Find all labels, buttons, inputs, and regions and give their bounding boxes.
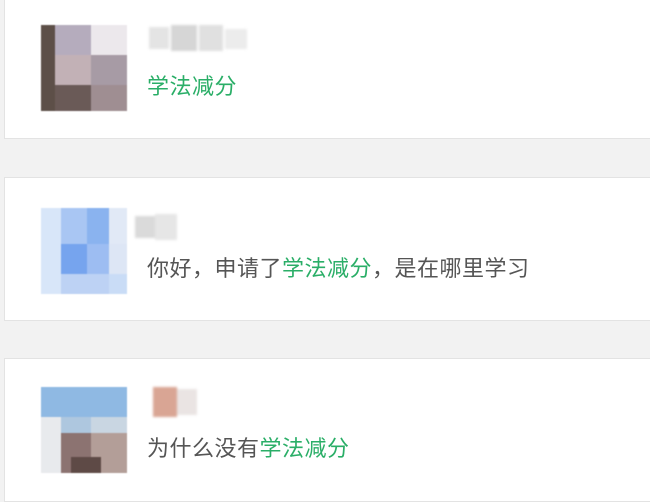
comment-card: 学法减分 bbox=[4, 0, 650, 139]
comment-card: 为什么没有学法减分 bbox=[4, 358, 650, 502]
comment-text: 为什么没有学法减分 bbox=[147, 435, 350, 465]
comment-text-after: ，是在哪里学习 bbox=[372, 257, 530, 282]
username bbox=[151, 385, 201, 419]
keyword-link[interactable]: 学法减分 bbox=[282, 257, 372, 282]
comment-text-before: 为什么没有 bbox=[147, 437, 260, 462]
user-avatar[interactable] bbox=[41, 387, 127, 473]
username bbox=[149, 23, 249, 53]
keyword-link[interactable]: 学法减分 bbox=[147, 75, 237, 100]
comment-text: 你好，申请了学法减分，是在哪里学习 bbox=[147, 255, 530, 285]
user-avatar[interactable] bbox=[41, 25, 127, 111]
username bbox=[133, 212, 179, 242]
comment-text-before: 你好，申请了 bbox=[147, 257, 283, 282]
comment-card: 你好，申请了学法减分，是在哪里学习 bbox=[4, 177, 650, 321]
comment-text: 学法减分 bbox=[147, 73, 237, 103]
user-avatar[interactable] bbox=[41, 208, 127, 294]
keyword-link[interactable]: 学法减分 bbox=[260, 437, 350, 462]
